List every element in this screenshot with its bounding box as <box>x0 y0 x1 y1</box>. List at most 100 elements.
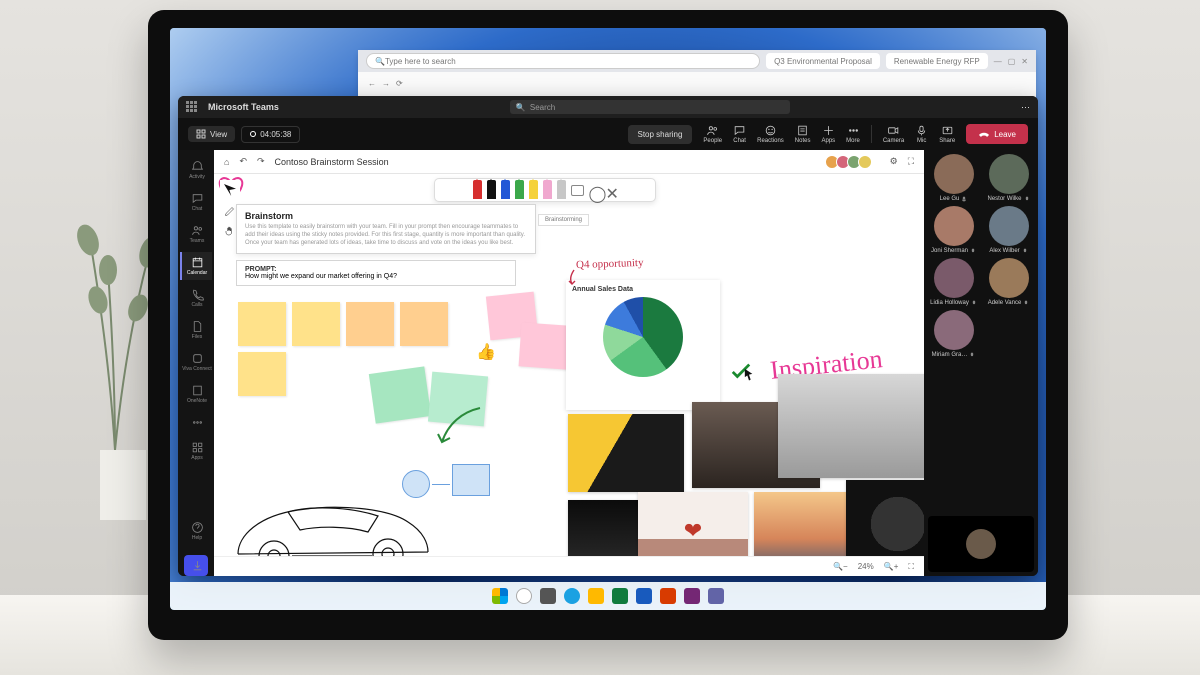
leave-button[interactable]: Leave <box>966 124 1028 144</box>
apps-button[interactable]: Apps <box>821 124 835 144</box>
sidebar-item-chat[interactable]: Chat <box>180 188 212 216</box>
zoom-out-icon[interactable]: 🔍− <box>833 562 848 571</box>
highlighter-grey[interactable] <box>557 180 566 199</box>
reactions-button[interactable]: Reactions <box>757 124 784 144</box>
titlebar-more-icon[interactable]: ⋯ <box>1021 102 1030 113</box>
participant[interactable]: Nestor Wilke <box>983 154 1034 202</box>
prompt-card[interactable]: PROMPT: How might we expand our market o… <box>236 260 516 286</box>
view-button[interactable]: View <box>188 126 235 142</box>
sidebar-item-teams[interactable]: Teams <box>180 220 212 248</box>
sidebar-item-calls[interactable]: Calls <box>180 284 212 312</box>
taskbar-app[interactable] <box>636 588 652 604</box>
brainstorm-tab[interactable]: Brainstorming <box>538 214 589 226</box>
undo-icon[interactable]: ↶ <box>239 156 247 167</box>
nav-refresh-icon[interactable]: ⟳ <box>396 79 403 88</box>
people-button[interactable]: People <box>703 124 722 144</box>
mic-button[interactable]: Mic <box>915 124 928 144</box>
q4-annotation: Q4 opportunity <box>576 257 644 271</box>
image-tile[interactable] <box>846 480 924 556</box>
pen-yellow[interactable] <box>529 180 538 199</box>
notes-button[interactable]: Notes <box>795 124 811 144</box>
sidebar-item-calendar[interactable]: Calendar <box>180 252 212 280</box>
sidebar-item-more[interactable] <box>180 412 212 433</box>
car-sketch[interactable] <box>228 486 438 556</box>
browser-omnibox[interactable]: 🔍 Type here to search <box>366 53 760 69</box>
taskbar-app[interactable] <box>708 588 724 604</box>
sidebar-item-viva[interactable]: Viva Connect <box>180 348 212 376</box>
app-launcher-icon[interactable] <box>186 101 198 113</box>
share-button[interactable]: Share <box>939 124 955 144</box>
redo-icon[interactable]: ↷ <box>257 156 265 167</box>
highlighter-pink[interactable] <box>543 180 552 199</box>
pen-black[interactable] <box>487 180 496 199</box>
sidebar-item-download[interactable] <box>184 555 208 576</box>
sticky-note[interactable] <box>292 302 340 346</box>
sidebar-item-apps[interactable]: Apps <box>180 437 212 465</box>
taskbar-app[interactable] <box>612 588 628 604</box>
sidebar-item-activity[interactable]: Activity <box>180 156 212 184</box>
pen-red[interactable] <box>473 180 482 199</box>
taskbar-app[interactable] <box>564 588 580 604</box>
tray-close-icon[interactable]: ✕ <box>606 184 618 196</box>
participant[interactable]: Lee Gu <box>928 154 979 202</box>
participant[interactable]: Miriam Gra… <box>928 310 979 358</box>
window-max-icon[interactable]: ▢ <box>1008 57 1016 66</box>
sticky-note[interactable] <box>400 302 448 346</box>
taskbar-taskview-icon[interactable] <box>540 588 556 604</box>
sticky-note[interactable] <box>346 302 394 346</box>
taskbar-app[interactable] <box>684 588 700 604</box>
sticky-note[interactable] <box>369 366 431 423</box>
settings-gear-icon[interactable]: ⚙ <box>890 156 898 167</box>
whiteboard-canvas[interactable]: ◯ ✕ Brainstorm Use this template to easi… <box>214 174 924 556</box>
image-tile[interactable] <box>778 374 924 478</box>
image-tile[interactable]: ❤ <box>638 492 748 556</box>
participant[interactable]: Alex Wilber <box>983 206 1034 254</box>
participant[interactable]: Adele Vance <box>983 258 1034 306</box>
expand-icon[interactable]: ⛶ <box>908 156 914 167</box>
whiteboard-header: ⌂ ↶ ↷ Contoso Brainstorm Session ⚙ <box>214 150 924 174</box>
teams-window: Microsoft Teams 🔍 Search ⋯ View 04:05:38 <box>178 96 1038 576</box>
taskbar-app[interactable] <box>660 588 676 604</box>
collaborator-cursor-icon <box>744 368 754 382</box>
thumbs-up-icon: 👍 <box>476 342 494 360</box>
browser-tab-2[interactable]: Renewable Energy RFP <box>886 53 988 69</box>
sticky-note[interactable] <box>238 302 286 346</box>
camera-button[interactable]: Camera <box>883 124 904 144</box>
lasso-icon[interactable]: ◯ <box>589 184 601 196</box>
taskbar-app[interactable] <box>588 588 604 604</box>
pen-tool-icon[interactable] <box>224 204 236 216</box>
presence-avatars[interactable] <box>828 155 872 169</box>
sidebar-item-help[interactable]: Help <box>180 517 212 545</box>
sidebar-item-onenote[interactable]: OneNote <box>180 380 212 408</box>
home-icon[interactable]: ⌂ <box>224 157 229 167</box>
start-button[interactable] <box>492 588 508 604</box>
nav-back-icon[interactable]: ← <box>368 79 376 88</box>
whiteboard-footer: 🔍− 24% 🔍+ ⛶ <box>214 556 924 576</box>
stop-sharing-button[interactable]: Stop sharing <box>628 125 693 144</box>
sticky-note[interactable] <box>519 322 570 369</box>
eraser-tool[interactable] <box>571 185 584 196</box>
sticky-note[interactable] <box>238 352 286 396</box>
browser-tab-1[interactable]: Q3 Environmental Proposal <box>766 53 880 69</box>
grab-tool-icon[interactable] <box>224 224 236 236</box>
more-button[interactable]: More <box>846 124 860 144</box>
cursor-tool-icon[interactable] <box>224 184 236 196</box>
participant[interactable]: Joni Sherman <box>928 206 979 254</box>
pen-green[interactable] <box>515 180 524 199</box>
window-close-icon[interactable]: ✕ <box>1021 57 1028 66</box>
nav-fwd-icon[interactable]: → <box>382 79 390 88</box>
sales-chart-card[interactable]: Annual Sales Data <box>566 280 720 410</box>
zoom-in-icon[interactable]: 🔍+ <box>884 562 899 571</box>
fit-screen-icon[interactable]: ⛶ <box>908 562 914 572</box>
self-camera-tile[interactable] <box>928 516 1034 572</box>
image-tile[interactable] <box>568 414 684 492</box>
brainstorm-card[interactable]: Brainstorm Use this template to easily b… <box>236 204 536 254</box>
pen-blue[interactable] <box>501 180 510 199</box>
participant[interactable]: Lidia Holloway <box>928 258 979 306</box>
taskbar-search-icon[interactable] <box>516 588 532 604</box>
sidebar-item-files[interactable]: Files <box>180 316 212 344</box>
window-min-icon[interactable]: — <box>994 57 1002 66</box>
chat-button[interactable]: Chat <box>733 124 746 144</box>
flowchart-rect[interactable] <box>452 464 490 496</box>
teams-search-input[interactable]: 🔍 Search <box>510 100 790 114</box>
